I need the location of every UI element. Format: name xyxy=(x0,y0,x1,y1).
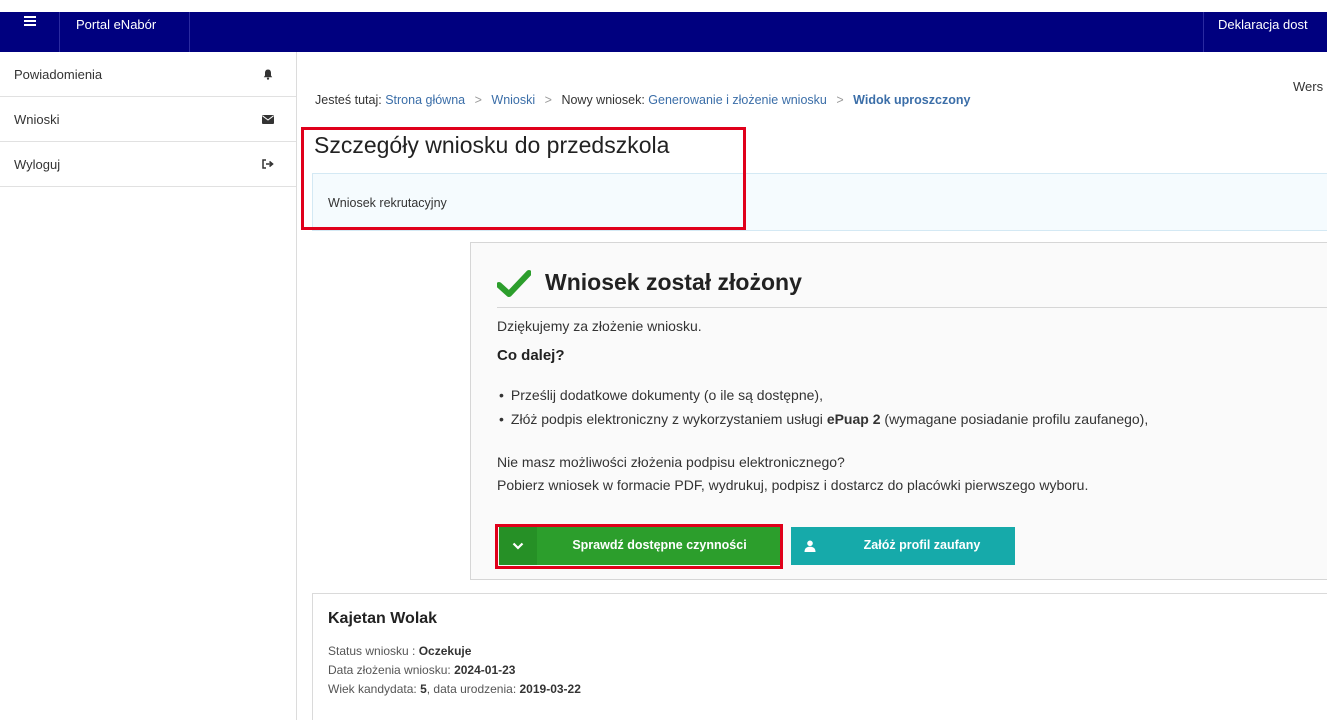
sidebar-item-label: Wyloguj xyxy=(14,156,61,172)
submission-date-row: Data złożenia wniosku: 2024-01-23 xyxy=(328,663,516,677)
title-highlight-frame xyxy=(301,127,746,230)
next-steps-heading: Co dalej? xyxy=(497,347,565,364)
success-header: Wniosek został złożony xyxy=(497,268,1327,308)
user-icon xyxy=(791,527,829,565)
button-highlight-frame xyxy=(495,524,783,569)
breadcrumb-new-request-prefix: Nowy wniosek: xyxy=(561,93,645,107)
breadcrumb: Jesteś tutaj: Strona główna > Wnioski > … xyxy=(315,93,970,107)
portal-brand-link[interactable]: Portal eNabór xyxy=(60,12,190,52)
submission-success-panel: Wniosek został złożony Dziękujemy za zło… xyxy=(470,242,1327,580)
sidebar-item-label: Powiadomienia xyxy=(14,66,103,82)
next-step-e-signature: Złóż podpis elektroniczny z wykorzystani… xyxy=(499,411,1148,427)
no-signature-text: Nie masz możliwości złożenia podpisu ele… xyxy=(497,454,845,470)
epuap-service-name: ePuap 2 xyxy=(826,411,881,427)
sidebar-item-logout[interactable]: Wyloguj xyxy=(0,142,296,187)
age-row: Wiek kandydata: 5, data urodzenia: 2019-… xyxy=(328,682,581,696)
status-row: Status wniosku : Oczekuje xyxy=(328,644,472,658)
birth-date-value: 2019-03-22 xyxy=(519,682,581,696)
create-trusted-profile-button[interactable]: Załóż profil zaufany xyxy=(791,527,1015,565)
thanks-text: Dziękujemy za złożenie wniosku. xyxy=(497,318,702,334)
trusted-profile-label: Załóż profil zaufany xyxy=(863,538,981,552)
candidate-card: Kajetan Wolak Status wniosku : Oczekuje … xyxy=(312,593,1327,720)
sidebar-item-requests[interactable]: Wnioski xyxy=(0,97,296,142)
submission-date-value: 2024-01-23 xyxy=(454,663,516,677)
success-title: Wniosek został złożony xyxy=(545,269,802,295)
hamburger-menu-button[interactable] xyxy=(0,12,60,52)
breadcrumb-prefix: Jesteś tutaj: xyxy=(315,93,382,107)
bell-icon xyxy=(262,68,274,80)
sign-out-icon xyxy=(262,158,274,170)
breadcrumb-generate-link[interactable]: Generowanie i złożenie wniosku xyxy=(648,93,827,107)
sidebar-item-notifications[interactable]: Powiadomienia xyxy=(0,52,296,97)
top-navbar: Portal eNabór Deklaracja dost xyxy=(0,0,1327,52)
breadcrumb-separator-icon: > xyxy=(544,93,552,107)
top-strip xyxy=(0,0,1327,12)
accessibility-declaration-link[interactable]: Deklaracja dost xyxy=(1203,12,1327,52)
status-value: Oczekuje xyxy=(418,644,472,658)
version-label: Wers xyxy=(1293,79,1324,94)
main-content: Wers Jesteś tutaj: Strona główna > Wnios… xyxy=(298,52,1327,720)
breadcrumb-current: Widok uproszczony xyxy=(853,93,971,107)
sidebar-item-label: Wnioski xyxy=(14,111,60,127)
breadcrumb-home-link[interactable]: Strona główna xyxy=(385,93,465,107)
sidebar: Powiadomienia Wnioski Wyloguj xyxy=(0,52,297,720)
hamburger-icon xyxy=(23,16,36,26)
envelope-icon xyxy=(262,113,274,125)
breadcrumb-requests-link[interactable]: Wnioski xyxy=(491,93,535,107)
next-step-upload-docs: Prześlij dodatkowe dokumenty (o ile są d… xyxy=(499,387,823,403)
age-value: 5 xyxy=(420,682,427,696)
candidate-name: Kajetan Wolak xyxy=(328,610,438,627)
breadcrumb-separator-icon: > xyxy=(836,93,844,107)
download-instructions-text: Pobierz wniosek w formacie PDF, wydrukuj… xyxy=(497,477,1089,493)
checkmark-icon xyxy=(497,270,531,297)
breadcrumb-separator-icon: > xyxy=(474,93,482,107)
